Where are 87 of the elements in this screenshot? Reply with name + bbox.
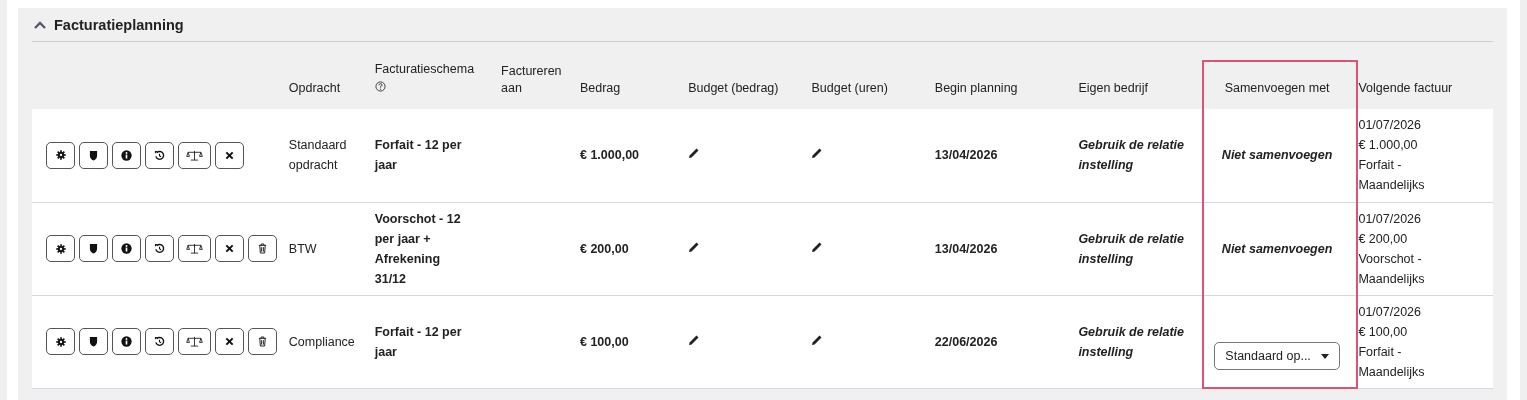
scale-button[interactable] xyxy=(178,235,211,262)
shield-icon xyxy=(89,149,98,161)
trash-icon xyxy=(258,336,267,347)
history-button[interactable] xyxy=(145,328,174,355)
info-icon xyxy=(121,149,132,161)
table-cell: Compliance xyxy=(288,334,355,349)
invoice-line: Forfait - Maandelijks xyxy=(1358,157,1426,195)
settings-button[interactable] xyxy=(46,328,75,355)
table-cell: € 100,00 xyxy=(579,334,629,349)
pencil-icon[interactable] xyxy=(811,333,824,346)
table-cell: 13/04/2026 xyxy=(934,241,998,256)
help-icon[interactable] xyxy=(374,81,386,92)
close-icon xyxy=(225,150,234,160)
settings-button[interactable] xyxy=(46,141,75,169)
invoice-line: € 100,00 xyxy=(1358,323,1409,341)
info-button[interactable] xyxy=(112,141,141,169)
column-header: Budget (uren) xyxy=(811,81,888,95)
pencil-icon[interactable] xyxy=(811,147,824,160)
table-cell: € 200,00 xyxy=(579,241,629,256)
delete-button[interactable] xyxy=(248,235,277,262)
shield-button[interactable] xyxy=(79,235,108,262)
caret-icon xyxy=(1320,353,1329,359)
shield-icon xyxy=(89,243,98,254)
close-button[interactable] xyxy=(215,328,244,355)
invoice-line: 01/07/2026 xyxy=(1358,210,1422,228)
column-header: Samenvoegen met xyxy=(1224,81,1330,95)
invoice-line: € 200,00 xyxy=(1358,230,1409,248)
table-cell: Niet samenvoegen xyxy=(1221,241,1333,256)
trash-icon xyxy=(258,243,267,254)
column-header: Factureren aan xyxy=(501,64,562,95)
history-icon xyxy=(154,336,165,347)
gear-icon xyxy=(55,243,66,254)
table-cell: € 1.000,00 xyxy=(579,148,640,163)
table-cell-text: Forfait - 12 per jaar xyxy=(374,137,463,175)
table-cell-text: Voorschot - 12 per jaar + Afrekening 31/12 xyxy=(374,210,462,288)
invoice-line: 01/07/2026 xyxy=(1358,117,1422,135)
table-cell: 22/06/2026 xyxy=(934,334,998,349)
pencil-icon[interactable] xyxy=(688,240,701,253)
table-cell: Niet samenvoegen xyxy=(1221,148,1333,163)
scale-icon xyxy=(186,336,203,347)
table-cell: 13/04/2026 xyxy=(934,148,998,163)
table-cell-text: Forfait - 12 per jaar xyxy=(374,323,463,361)
delete-button[interactable] xyxy=(248,328,277,355)
table-cell: Gebruik de relatie instelling xyxy=(1078,138,1184,173)
section-title: Facturatieplanning xyxy=(54,16,184,33)
shield-icon xyxy=(89,336,98,347)
info-icon xyxy=(121,243,132,254)
pencil-icon[interactable] xyxy=(688,147,701,160)
column-header: Begin planning xyxy=(934,81,1018,95)
info-button[interactable] xyxy=(112,235,141,262)
history-icon xyxy=(154,149,165,161)
close-button[interactable] xyxy=(215,235,244,262)
table-cell: Standaard opdracht xyxy=(288,138,347,173)
column-header: Opdracht xyxy=(288,81,341,95)
table-cell: BTW xyxy=(288,241,317,256)
invoice-line: 01/07/2026 xyxy=(1358,303,1422,321)
scale-button[interactable] xyxy=(178,328,211,355)
scale-icon xyxy=(186,243,203,254)
shield-button[interactable] xyxy=(79,328,108,355)
pencil-icon[interactable] xyxy=(811,240,824,253)
settings-button[interactable] xyxy=(46,235,75,262)
history-button[interactable] xyxy=(145,141,174,169)
close-button[interactable] xyxy=(215,141,244,169)
history-button[interactable] xyxy=(145,235,174,262)
invoice-line: Forfait - Maandelijks xyxy=(1358,343,1426,381)
invoice-line: € 1.000,00 xyxy=(1358,137,1419,155)
column-header: Bedrag xyxy=(579,81,621,95)
close-icon xyxy=(225,244,234,253)
scale-icon xyxy=(186,149,203,161)
pencil-icon[interactable] xyxy=(688,333,701,346)
invoice-line: Voorschot - Maandelijks xyxy=(1358,250,1426,288)
gear-icon xyxy=(55,336,66,347)
column-header: Volgende factuur xyxy=(1358,81,1453,95)
chevron-icon[interactable] xyxy=(34,20,46,29)
merge-dropdown[interactable]: Standaard op... xyxy=(1214,342,1340,371)
close-icon xyxy=(225,337,234,346)
column-header: Facturatieschema xyxy=(374,62,475,76)
column-header: Eigen bedrijf xyxy=(1078,81,1148,95)
info-icon xyxy=(121,336,132,347)
column-header: Budget (bedrag) xyxy=(688,81,779,95)
gear-icon xyxy=(55,150,66,161)
history-icon xyxy=(154,243,165,254)
scale-button[interactable] xyxy=(178,141,211,169)
info-button[interactable] xyxy=(112,328,141,355)
table-cell: Gebruik de relatie instelling xyxy=(1078,231,1184,266)
table-cell: Gebruik de relatie instelling xyxy=(1078,324,1184,359)
shield-button[interactable] xyxy=(79,141,108,169)
